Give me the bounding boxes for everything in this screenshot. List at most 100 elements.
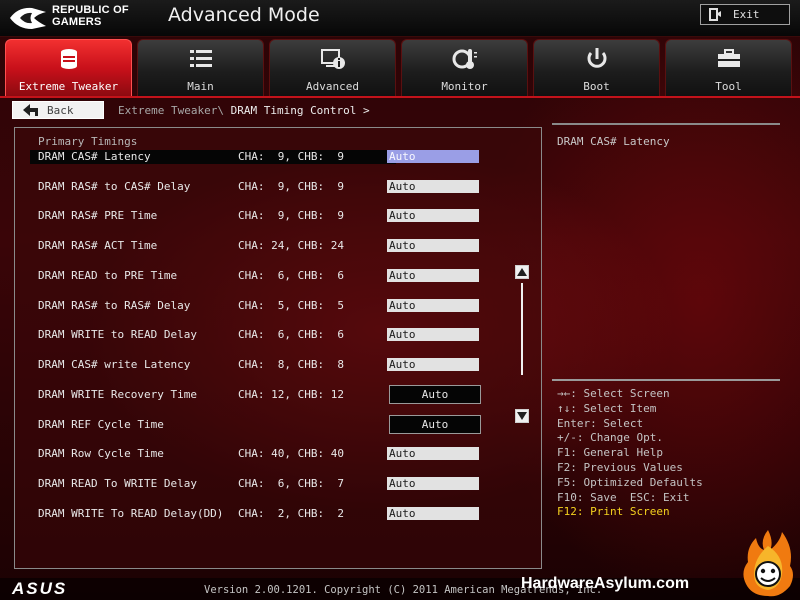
list-icon [189,50,212,67]
setting-value-field[interactable]: Auto [387,477,479,490]
key-hint: F5: Optimized Defaults [557,475,703,489]
tab-label: Extreme Tweaker [18,80,119,93]
setting-name: DRAM WRITE Recovery Time [38,388,197,401]
setting-value-field[interactable]: Auto [387,299,479,312]
advanced-info-icon [320,49,345,69]
power-icon [587,48,606,68]
setting-value-button[interactable]: Auto [389,415,481,434]
setting-name: DRAM READ To WRITE Delay [38,477,197,490]
setting-current-values: CHA: 6, CHB: 6 [238,269,344,282]
brand-name: REPUBLIC OF GAMERS [52,4,142,28]
setting-row-dram-cas-latency[interactable]: DRAM CAS# Latency CHA: 9, CHB: 9 Auto [15,150,541,164]
breadcrumb-current: DRAM Timing Control > [230,104,370,117]
back-button[interactable]: Back [12,101,104,119]
key-hint-print-screen: F12: Print Screen [557,505,670,519]
tab-boot[interactable]: Boot [533,39,660,97]
setting-name: DRAM RAS# to RAS# Delay [38,299,191,312]
setting-value-field[interactable]: Auto [387,328,479,341]
thermometer-fan-icon [452,49,477,69]
setting-row-write-recovery-time[interactable]: DRAM WRITE Recovery Time CHA: 12, CHB: 1… [15,385,541,404]
setting-current-values: CHA: 9, CHB: 9 [238,180,344,193]
setting-value-field[interactable]: Auto [387,180,479,193]
setting-row-cas-write-latency[interactable]: DRAM CAS# write Latency CHA: 8, CHB: 8 A… [15,358,541,372]
rog-eye-logo-icon [10,7,46,29]
title-bar: REPUBLIC OF GAMERS Advanced Mode Exit [0,0,800,37]
main-tabs: Extreme Tweaker Main Advanced Monitor Bo… [5,39,800,97]
setting-current-values: CHA: 5, CHB: 5 [238,299,344,312]
setting-value-field[interactable]: Auto [387,209,479,222]
setting-name: DRAM CAS# Latency [38,150,151,163]
back-label: Back [47,104,74,117]
breadcrumb: Extreme Tweaker\ DRAM Timing Control > [118,104,370,117]
setting-name: DRAM RAS# to CAS# Delay [38,180,191,193]
setting-name: DRAM READ to PRE Time [38,269,178,282]
setting-value-field[interactable]: Auto [387,447,479,460]
key-hint: →←: Select Screen [557,387,670,400]
setting-current-values: CHA: 6, CHB: 6 [238,328,344,341]
setting-name: DRAM CAS# write Latency [38,358,191,371]
setting-name: DRAM WRITE to READ Delay [38,328,197,341]
setting-name: DRAM Row Cycle Time [38,447,164,460]
section-title: Primary Timings [38,135,138,148]
setting-row-write-to-read-delay-dd[interactable]: DRAM WRITE To READ Delay(DD) CHA: 2, CHB… [15,507,541,521]
tab-label: Main [187,80,214,93]
tab-monitor[interactable]: Monitor [401,39,528,97]
setting-current-values: CHA: 2, CHB: 2 [238,507,344,520]
breadcrumb-parent[interactable]: Extreme Tweaker\ [118,104,224,117]
tab-label: Boot [583,80,610,93]
triangle-down-icon [517,412,527,420]
page-title: Advanced Mode [168,4,320,26]
setting-row-read-to-write-delay[interactable]: DRAM READ To WRITE Delay CHA: 6, CHB: 7 … [15,477,541,491]
key-hint: Enter: Select [557,416,644,430]
setting-name: DRAM WRITE To READ Delay(DD) [38,507,224,520]
exit-button[interactable]: Exit [700,4,790,25]
setting-value-field[interactable]: Auto [387,150,479,163]
triangle-up-icon [517,268,527,276]
tab-main[interactable]: Main [137,39,264,97]
setting-value-button[interactable]: Auto [389,385,481,404]
setting-current-values: CHA: 9, CHB: 9 [238,150,344,163]
setting-current-values: CHA: 9, CHB: 9 [238,209,344,222]
scroll-down-button[interactable] [515,409,529,423]
tab-tool[interactable]: Tool [665,39,792,97]
setting-row-ras-to-ras-delay[interactable]: DRAM RAS# to RAS# Delay CHA: 5, CHB: 5 A… [15,299,541,313]
setting-row-write-to-read-delay[interactable]: DRAM WRITE to READ Delay CHA: 6, CHB: 6 … [15,328,541,342]
back-arrow-icon [23,104,38,116]
tab-extreme-tweaker[interactable]: Extreme Tweaker [5,39,132,97]
key-hint: F10: Save ESC: Exit [557,490,690,504]
setting-name: DRAM RAS# PRE Time [38,209,158,222]
key-hint: F2: Previous Values [557,460,683,474]
brand-line-2: GAMERS [52,16,102,28]
setting-current-values: CHA: 12, CHB: 12 [238,388,344,401]
setting-row-ras-pre-time[interactable]: DRAM RAS# PRE Time CHA: 9, CHB: 9 Auto [15,209,541,223]
setting-name: DRAM RAS# ACT Time [38,239,158,252]
tab-label: Tool [715,80,742,93]
settings-panel: Primary Timings DRAM CAS# Latency CHA: 9… [14,127,542,569]
toolbox-icon [717,49,740,67]
exit-label: Exit [733,8,760,21]
help-description: DRAM CAS# Latency [557,135,670,148]
key-hint: +/-: Change Opt. [557,431,663,445]
setting-current-values: CHA: 40, CHB: 40 [238,447,344,460]
setting-current-values: CHA: 24, CHB: 24 [238,239,344,252]
setting-current-values: CHA: 8, CHB: 8 [238,358,344,371]
tab-advanced[interactable]: Advanced [269,39,396,97]
scroll-up-button[interactable] [515,265,529,279]
setting-row-ref-cycle-time[interactable]: DRAM REF Cycle Time Auto [15,415,541,434]
brand-line-1: REPUBLIC OF [52,4,129,16]
key-hint: ↑↓: Select Item [557,401,657,415]
setting-value-field[interactable]: Auto [387,358,479,371]
tab-divider [0,96,800,98]
help-divider-middle [552,379,780,381]
setting-value-field[interactable]: Auto [387,507,479,520]
setting-row-read-to-pre-time[interactable]: DRAM READ to PRE Time CHA: 6, CHB: 6 Aut… [15,269,541,283]
setting-row-ras-act-time[interactable]: DRAM RAS# ACT Time CHA: 24, CHB: 24 Auto [15,239,541,253]
setting-value-field[interactable]: Auto [387,239,479,252]
exit-door-icon [709,8,721,21]
setting-value-field[interactable]: Auto [387,269,479,282]
scrollbar-track[interactable] [521,283,523,375]
setting-row-row-cycle-time[interactable]: DRAM Row Cycle Time CHA: 40, CHB: 40 Aut… [15,447,541,461]
setting-row-ras-to-cas-delay[interactable]: DRAM RAS# to CAS# Delay CHA: 9, CHB: 9 A… [15,180,541,194]
setting-name: DRAM REF Cycle Time [38,418,164,431]
key-legend: →←: Select Screen ↑↓: Select Item Enter:… [557,387,703,520]
